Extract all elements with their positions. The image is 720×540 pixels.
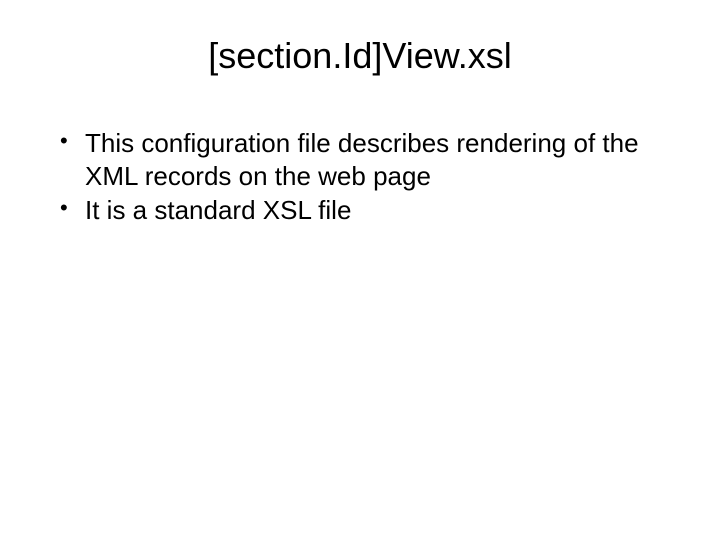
bullet-item: This configuration file describes render…: [55, 127, 680, 192]
bullet-list: This configuration file describes render…: [40, 127, 680, 227]
bullet-item: It is a standard XSL file: [55, 194, 680, 227]
slide-container: [section.Id]View.xsl This configuration …: [0, 0, 720, 540]
slide-title: [section.Id]View.xsl: [40, 35, 680, 77]
